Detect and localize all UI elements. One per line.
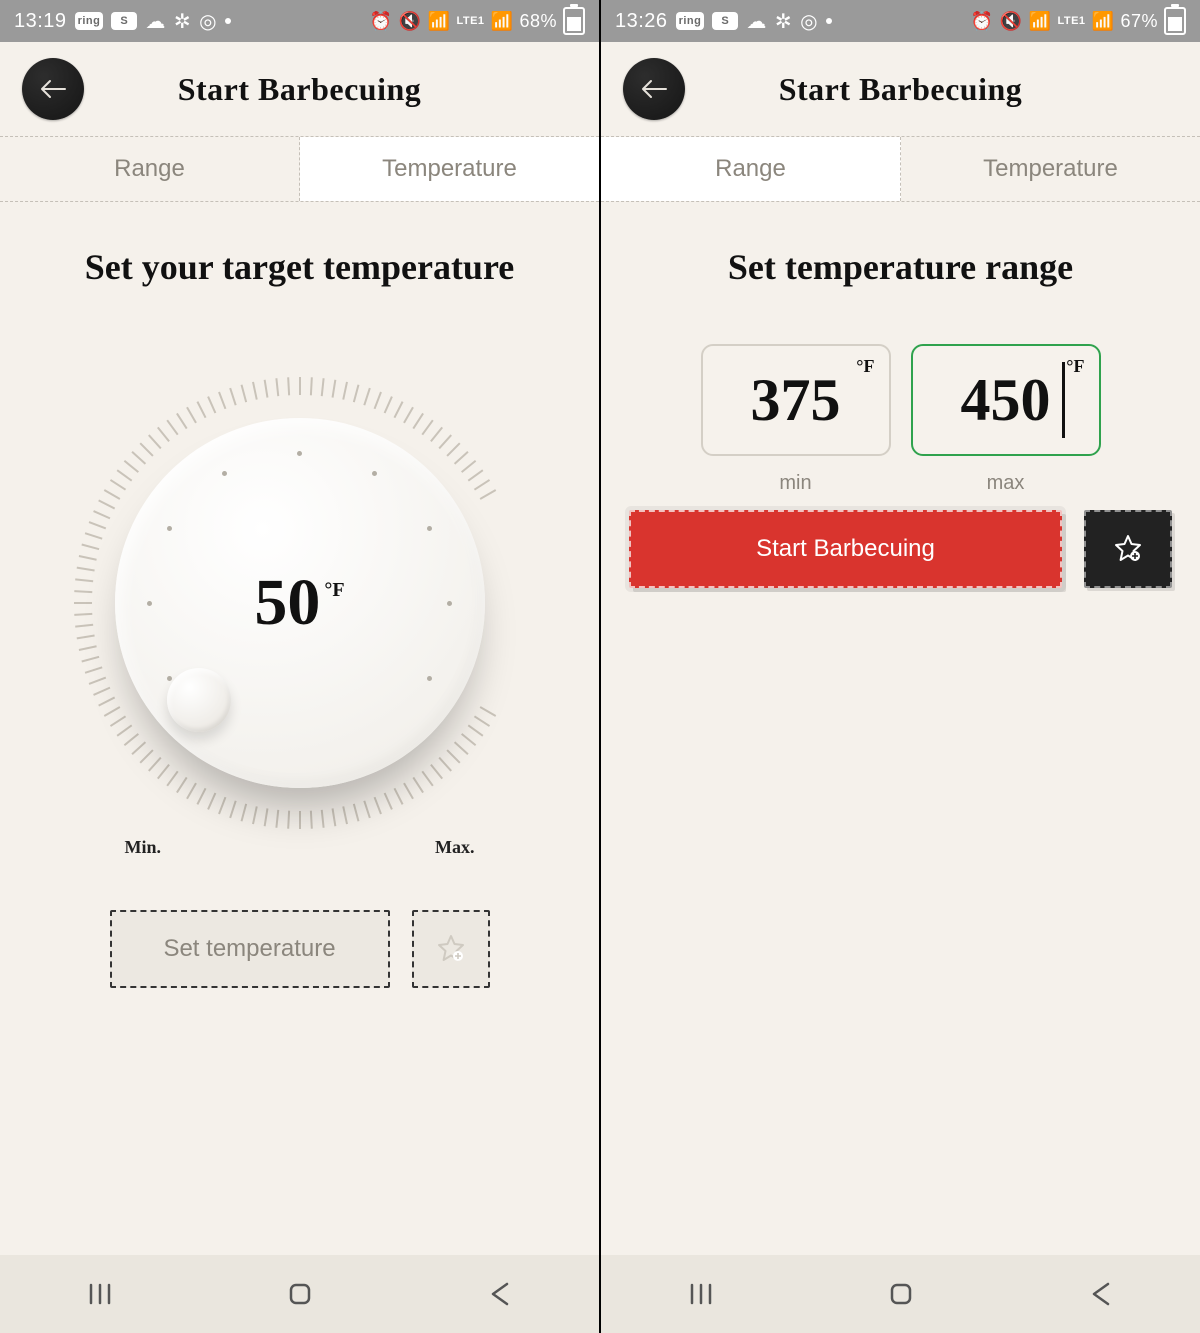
phone-right: 13:26 ring S ☁ ✲ ◎ ⏰ 🔇 📶 LTE1 📶 67% bbox=[601, 0, 1200, 1333]
dial-min-label: Min. bbox=[125, 837, 162, 858]
set-temperature-button[interactable]: Set temperature bbox=[110, 910, 390, 988]
status-lte: LTE1 bbox=[1057, 15, 1085, 27]
more-notifications-icon bbox=[225, 18, 231, 24]
nav-home-icon[interactable] bbox=[286, 1280, 314, 1308]
page-title: Start Barbecuing bbox=[178, 71, 422, 108]
cloud-icon: ☁ bbox=[746, 9, 767, 34]
range-inputs: 375 °F min 450 °F max bbox=[627, 344, 1174, 495]
wifi-icon: 📶 bbox=[1029, 11, 1052, 32]
status-battery-pct: 68% bbox=[519, 11, 557, 32]
alarm-icon: ⏰ bbox=[370, 11, 393, 32]
alarm-set-icon: ◎ bbox=[199, 9, 217, 34]
android-navbar bbox=[0, 1255, 599, 1333]
star-add-icon bbox=[1113, 534, 1143, 564]
max-temp-input[interactable]: 450 °F bbox=[911, 344, 1101, 456]
max-label: max bbox=[987, 472, 1025, 495]
back-arrow-icon bbox=[641, 79, 667, 99]
battery-icon bbox=[563, 7, 585, 35]
status-time: 13:19 bbox=[14, 10, 67, 33]
tab-temperature[interactable]: Temperature bbox=[901, 137, 1200, 201]
sync-icon: ✲ bbox=[775, 9, 792, 34]
battery-icon bbox=[1164, 7, 1186, 35]
status-bar: 13:26 ring S ☁ ✲ ◎ ⏰ 🔇 📶 LTE1 📶 67% bbox=[601, 0, 1200, 42]
status-battery-pct: 67% bbox=[1120, 11, 1158, 32]
app-header: Start Barbecuing bbox=[601, 42, 1200, 137]
tabs: Range Temperature bbox=[0, 137, 599, 202]
alarm-icon: ⏰ bbox=[971, 11, 994, 32]
page-heading: Set your target temperature bbox=[26, 246, 573, 288]
status-lte: LTE1 bbox=[456, 15, 484, 27]
page-heading: Set temperature range bbox=[627, 246, 1174, 288]
dial-knob-handle[interactable] bbox=[167, 668, 231, 732]
back-button[interactable] bbox=[623, 58, 685, 120]
phone-left: 13:19 ring S ☁ ✲ ◎ ⏰ 🔇 📶 LTE1 📶 68% bbox=[0, 0, 599, 1333]
dial-value: 50°F bbox=[115, 565, 485, 641]
nav-back-icon[interactable] bbox=[1088, 1280, 1114, 1308]
status-badge-app2: S bbox=[712, 12, 738, 30]
android-navbar bbox=[601, 1255, 1200, 1333]
app-header: Start Barbecuing bbox=[0, 42, 599, 137]
nav-home-icon[interactable] bbox=[887, 1280, 915, 1308]
status-badge-app2: S bbox=[111, 12, 137, 30]
min-temp-input[interactable]: 375 °F bbox=[701, 344, 891, 456]
page-title: Start Barbecuing bbox=[779, 71, 1023, 108]
content-area: Set your target temperature 50°F Min. Ma… bbox=[0, 202, 599, 838]
temperature-dial[interactable]: 50°F Min. Max. bbox=[65, 368, 535, 838]
back-arrow-icon bbox=[40, 79, 66, 99]
nav-recents-icon[interactable] bbox=[86, 1280, 114, 1308]
status-badge-app1: ring bbox=[676, 12, 705, 30]
signal-icon: 📶 bbox=[1092, 11, 1115, 32]
tab-range[interactable]: Range bbox=[601, 137, 901, 201]
action-row: Set temperature bbox=[0, 910, 599, 988]
nav-recents-icon[interactable] bbox=[687, 1280, 715, 1308]
min-label: min bbox=[779, 472, 811, 495]
wifi-icon: 📶 bbox=[428, 11, 451, 32]
mute-icon: 🔇 bbox=[1000, 11, 1023, 32]
action-row: Start Barbecuing bbox=[601, 510, 1200, 588]
status-badge-app1: ring bbox=[75, 12, 104, 30]
dial-max-label: Max. bbox=[435, 837, 475, 858]
tab-range[interactable]: Range bbox=[0, 137, 300, 201]
start-barbecuing-button[interactable]: Start Barbecuing bbox=[629, 510, 1062, 588]
content-area: Set temperature range 375 °F min 450 °F bbox=[601, 202, 1200, 495]
nav-back-icon[interactable] bbox=[487, 1280, 513, 1308]
tab-temperature[interactable]: Temperature bbox=[300, 137, 599, 201]
signal-icon: 📶 bbox=[491, 11, 514, 32]
star-add-icon bbox=[436, 934, 466, 964]
status-bar: 13:19 ring S ☁ ✲ ◎ ⏰ 🔇 📶 LTE1 📶 68% bbox=[0, 0, 599, 42]
sync-icon: ✲ bbox=[174, 9, 191, 34]
more-notifications-icon bbox=[826, 18, 832, 24]
status-time: 13:26 bbox=[615, 10, 668, 33]
tabs: Range Temperature bbox=[601, 137, 1200, 202]
alarm-set-icon: ◎ bbox=[800, 9, 818, 34]
favorite-button[interactable] bbox=[1084, 510, 1172, 588]
cloud-icon: ☁ bbox=[145, 9, 166, 34]
mute-icon: 🔇 bbox=[399, 11, 422, 32]
back-button[interactable] bbox=[22, 58, 84, 120]
favorite-button[interactable] bbox=[412, 910, 490, 988]
